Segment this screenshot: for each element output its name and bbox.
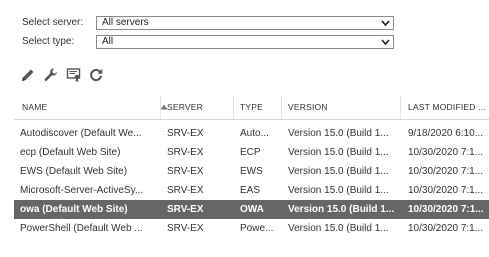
cell-server: SRV-EX <box>167 223 204 234</box>
cell-type: ECP <box>240 147 261 158</box>
cell-version: Version 15.0 (Build 1... <box>288 128 389 139</box>
select-type-dropdown[interactable]: All <box>96 35 394 49</box>
virtual-directories-table: Autodiscover (Default We... SRV-EX Auto.… <box>14 124 489 238</box>
cell-server: SRV-EX <box>167 185 204 196</box>
cell-last-modified: 9/18/2020 6:10... <box>408 128 484 139</box>
column-header-server[interactable]: SERVER <box>167 95 231 119</box>
cell-server: SRV-EX <box>167 166 204 177</box>
column-header-last-modified[interactable]: LAST MODIFIED ... <box>408 95 489 119</box>
table-header: NAME SERVER TYPE VERSION LAST MODIFIED .… <box>14 95 489 120</box>
wrench-icon <box>44 68 57 81</box>
cell-type: OWA <box>240 204 264 215</box>
cell-last-modified: 10/30/2020 7:1... <box>408 166 484 177</box>
certificate-button[interactable] <box>66 67 82 83</box>
column-header-type[interactable]: TYPE <box>240 95 280 119</box>
table-row[interactable]: Autodiscover (Default We... SRV-EX Auto.… <box>14 124 489 143</box>
cell-type: Powe... <box>240 223 274 234</box>
cell-server: SRV-EX <box>167 204 204 215</box>
cell-last-modified: 10/30/2020 7:1... <box>408 223 484 234</box>
edit-button[interactable] <box>20 67 36 83</box>
column-divider[interactable] <box>160 95 161 119</box>
cell-server: SRV-EX <box>167 147 204 158</box>
select-server-dropdown[interactable]: All servers <box>96 16 394 30</box>
configure-button[interactable] <box>43 67 59 83</box>
cell-server: SRV-EX <box>167 128 204 139</box>
column-divider[interactable] <box>233 95 234 119</box>
cell-last-modified: 10/30/2020 7:1... <box>408 185 484 196</box>
cell-version: Version 15.0 (Build 1... <box>288 204 395 215</box>
cell-name: PowerShell (Default Web ... <box>20 223 143 234</box>
refresh-icon <box>90 68 103 82</box>
table-row[interactable]: Microsoft-Server-ActiveSy... SRV-EX EAS … <box>14 181 489 200</box>
certificate-icon <box>66 68 81 82</box>
table-row[interactable]: owa (Default Web Site) SRV-EX OWA Versio… <box>14 200 489 219</box>
cell-name: ecp (Default Web Site) <box>20 147 121 158</box>
select-type-label: Select type: <box>22 36 75 47</box>
chevron-down-icon <box>381 39 390 46</box>
table-row[interactable]: ecp (Default Web Site) SRV-EX ECP Versio… <box>14 143 489 162</box>
table-row[interactable]: EWS (Default Web Site) SRV-EX EWS Versio… <box>14 162 489 181</box>
cell-name: Microsoft-Server-ActiveSy... <box>20 185 144 196</box>
cell-version: Version 15.0 (Build 1... <box>288 223 389 234</box>
cell-type: EWS <box>240 166 263 177</box>
cell-type: EAS <box>240 185 261 196</box>
column-header-version[interactable]: VERSION <box>288 95 400 119</box>
select-server-label: Select server: <box>22 17 84 28</box>
cell-version: Version 15.0 (Build 1... <box>288 185 389 196</box>
chevron-down-icon <box>381 20 390 27</box>
cell-type: Auto... <box>240 128 269 139</box>
select-server-value: All servers <box>102 17 149 28</box>
cell-version: Version 15.0 (Build 1... <box>288 166 389 177</box>
column-divider[interactable] <box>400 95 401 119</box>
cell-last-modified: 10/30/2020 7:1... <box>408 147 484 158</box>
cell-version: Version 15.0 (Build 1... <box>288 147 389 158</box>
select-type-value: All <box>102 36 114 47</box>
table-row[interactable]: PowerShell (Default Web ... SRV-EX Powe.… <box>14 219 489 238</box>
column-divider[interactable] <box>281 95 282 119</box>
refresh-button[interactable] <box>88 67 104 83</box>
cell-name: owa (Default Web Site) <box>20 204 128 215</box>
cell-last-modified: 10/30/2020 7:1... <box>408 204 484 215</box>
column-header-name[interactable]: NAME <box>22 95 142 119</box>
pencil-icon <box>22 69 34 81</box>
cell-name: EWS (Default Web Site) <box>20 166 128 177</box>
cell-name: Autodiscover (Default We... <box>20 128 142 139</box>
